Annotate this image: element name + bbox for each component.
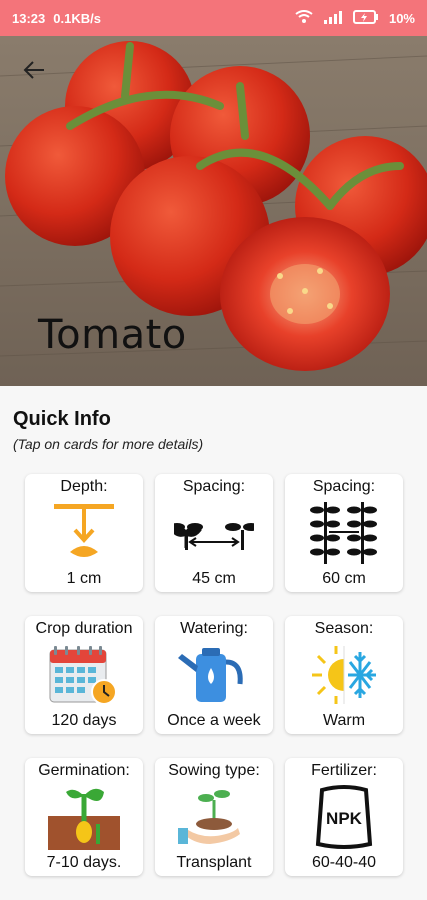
card-season[interactable]: Season: Warm <box>285 616 403 734</box>
plant-spacing-icon <box>174 523 254 550</box>
germination-icon <box>48 788 120 850</box>
page-title: Tomato <box>38 312 187 358</box>
back-arrow-icon <box>23 61 44 79</box>
sowing-hand-icon <box>178 790 240 844</box>
card-crop-duration[interactable]: Crop duration 120 days <box>25 616 143 734</box>
calendar-icon <box>49 646 117 705</box>
battery-icon <box>352 9 379 27</box>
quick-info-section: Quick Info (Tap on cards for more detail… <box>0 386 427 900</box>
card-label: Sowing type: <box>168 762 260 779</box>
card-label: Fertilizer: <box>311 762 377 779</box>
fertilizer-bag-text: NPK <box>326 809 363 828</box>
card-value: 60 cm <box>322 570 366 587</box>
card-value: Transplant <box>176 854 252 871</box>
card-germination[interactable]: Germination: 7-10 days. <box>25 758 143 876</box>
card-label: Germination: <box>38 762 130 779</box>
quick-info-title: Quick Info <box>13 408 111 430</box>
fertilizer-bag-icon: NPK <box>315 785 373 849</box>
depth-icon <box>54 504 114 557</box>
card-value: 7-10 days. <box>46 854 122 871</box>
card-label: Watering: <box>180 620 248 637</box>
card-value: 60-40-40 <box>311 854 377 871</box>
hero-image: Tomato <box>0 36 427 386</box>
card-watering[interactable]: Watering: Once a week <box>155 616 273 734</box>
card-value: Warm <box>322 712 366 729</box>
card-label: Crop duration <box>35 620 133 637</box>
wifi-icon <box>295 9 313 27</box>
back-button[interactable] <box>16 52 52 88</box>
signal-icon <box>323 10 343 27</box>
card-label: Season: <box>314 620 374 637</box>
row-spacing-icon <box>310 502 377 564</box>
card-value: 45 cm <box>192 570 236 587</box>
card-value: 120 days <box>51 712 117 729</box>
watering-can-icon <box>178 648 243 702</box>
card-label: Spacing: <box>182 478 246 495</box>
sun-snow-icon <box>312 646 376 704</box>
status-time: 13:23 <box>12 10 46 26</box>
card-fertilizer[interactable]: Fertilizer: NPK 60-40-40 <box>285 758 403 876</box>
card-label: Depth: <box>60 478 108 495</box>
card-depth[interactable]: Depth: 1 cm <box>25 474 143 592</box>
status-speed: 0.1KB/s <box>53 10 101 26</box>
card-plant-spacing[interactable]: Spacing: 45 cm <box>155 474 273 592</box>
card-row-spacing[interactable]: Spacing: 60 cm <box>285 474 403 592</box>
card-sowing-type[interactable]: Sowing type: Transplant <box>155 758 273 876</box>
card-value: Once a week <box>167 712 261 729</box>
quick-info-subtitle: (Tap on cards for more details) <box>13 436 204 452</box>
status-bar: 13:23 0.1KB/s 10% <box>0 0 427 36</box>
battery-percent: 10% <box>388 10 415 26</box>
card-label: Spacing: <box>312 478 376 495</box>
card-value: 1 cm <box>66 570 102 587</box>
